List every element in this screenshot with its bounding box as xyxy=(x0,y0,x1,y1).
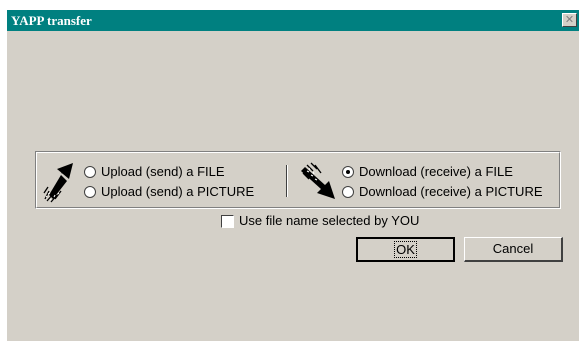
download-file-radio[interactable] xyxy=(342,166,354,178)
download-arrow-icon xyxy=(301,162,335,199)
upload-file-radio[interactable] xyxy=(84,166,96,178)
upload-arrow-icon xyxy=(43,163,73,203)
title-bar[interactable]: YAPP transfer ✕ xyxy=(7,10,579,31)
download-picture-radio[interactable] xyxy=(342,186,354,198)
use-file-name-checkbox[interactable] xyxy=(221,214,234,228)
cancel-button[interactable]: Cancel xyxy=(464,237,563,262)
ok-button[interactable]: OK xyxy=(356,237,455,262)
use-file-name-option[interactable]: Use file name selected by YOU xyxy=(221,213,419,229)
cancel-button-label: Cancel xyxy=(492,241,534,256)
upload-picture-label: Upload (send) a PICTURE xyxy=(101,184,255,199)
upload-file-option[interactable]: Upload (send) a FILE xyxy=(84,164,225,180)
window-title: YAPP transfer xyxy=(11,13,92,28)
download-picture-option[interactable]: Download (receive) a PICTURE xyxy=(342,184,543,200)
ok-button-label: OK xyxy=(394,241,417,258)
close-icon: ✕ xyxy=(564,13,575,26)
use-file-name-label: Use file name selected by YOU xyxy=(239,213,420,228)
close-button[interactable]: ✕ xyxy=(562,13,577,27)
group-separator xyxy=(286,165,288,197)
download-picture-label: Download (receive) a PICTURE xyxy=(359,184,543,199)
yapp-transfer-dialog: YAPP transfer ✕ Upload (send) a FILE Upl… xyxy=(7,10,579,341)
transfer-type-group: Upload (send) a FILE Upload (send) a PIC… xyxy=(35,151,561,209)
download-file-label: Download (receive) a FILE xyxy=(359,164,513,179)
upload-file-label: Upload (send) a FILE xyxy=(101,164,225,179)
upload-picture-option[interactable]: Upload (send) a PICTURE xyxy=(84,184,254,200)
upload-picture-radio[interactable] xyxy=(84,186,96,198)
download-file-option[interactable]: Download (receive) a FILE xyxy=(342,164,513,180)
